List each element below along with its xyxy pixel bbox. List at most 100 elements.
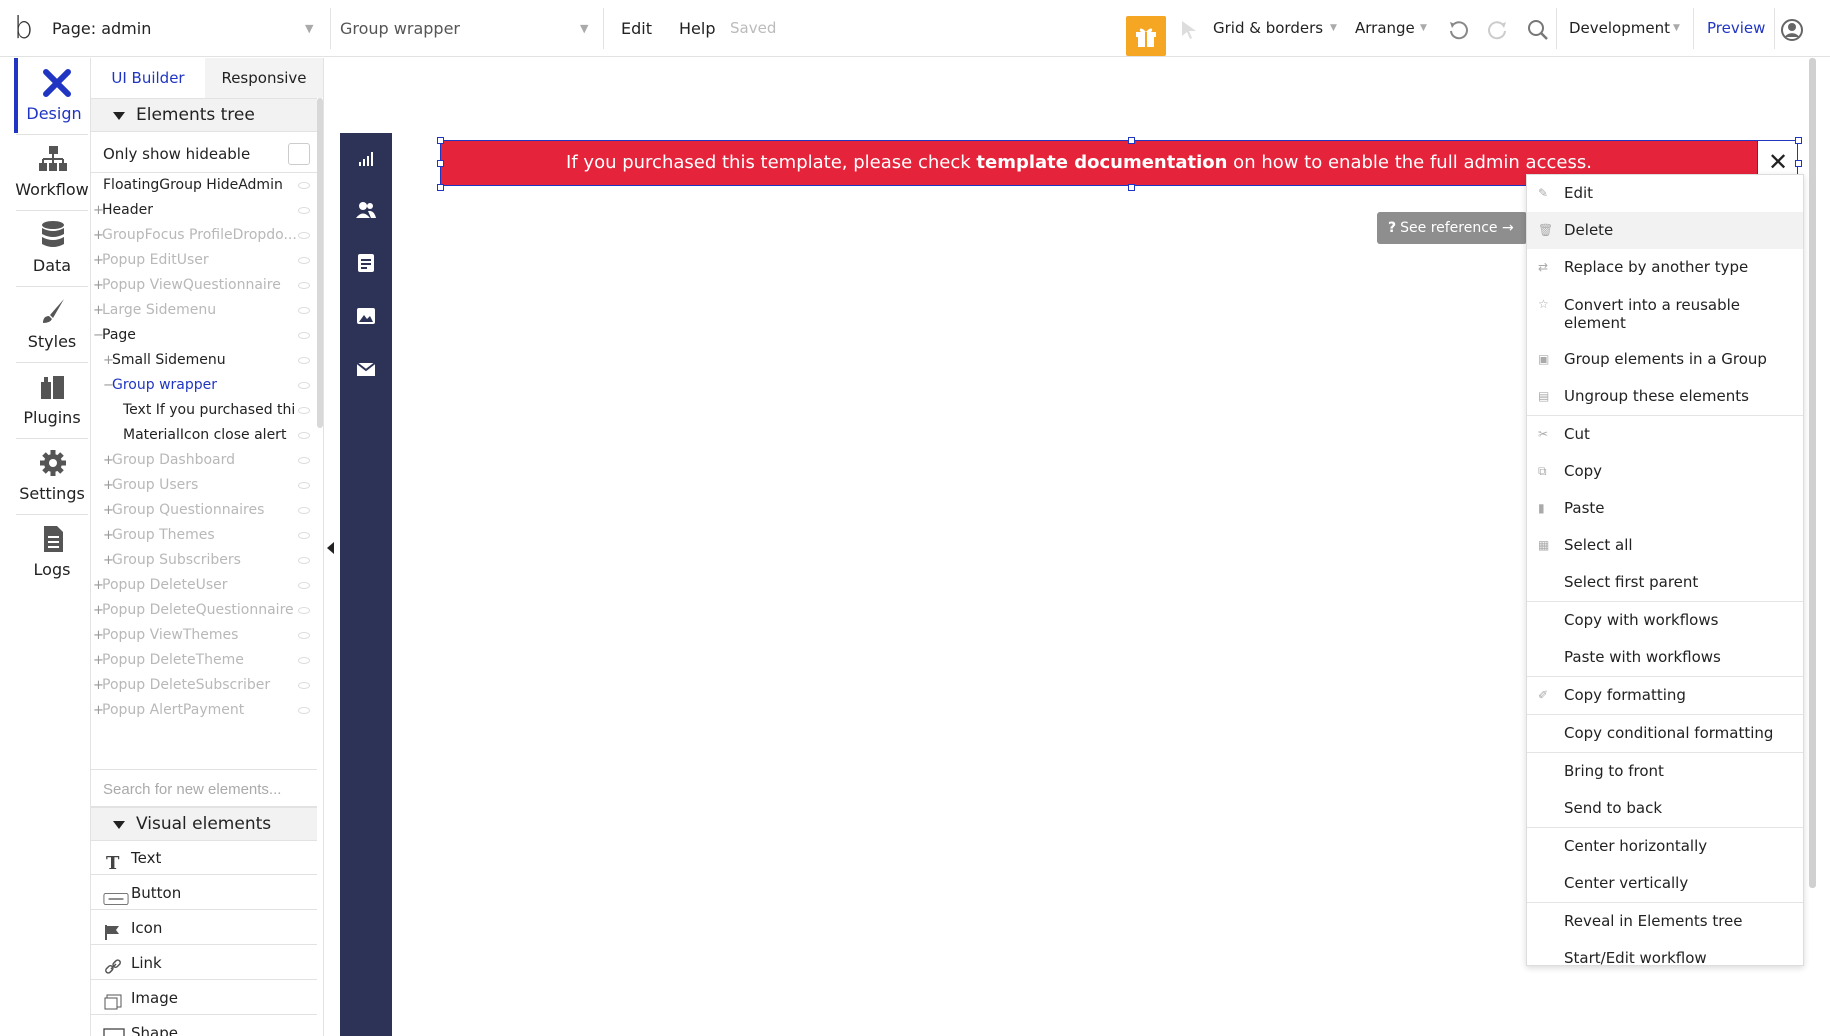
menu-item-copy-formatting[interactable]: ✐ Copy formatting: [1527, 677, 1803, 714]
menu-item-cut[interactable]: ✂ Cut: [1527, 416, 1803, 453]
eye-icon[interactable]: [298, 332, 310, 339]
eye-icon[interactable]: [298, 707, 310, 714]
element-selector-chevron-icon[interactable]: ▼: [580, 0, 588, 57]
tree-item[interactable]: + Popup DeleteTheme: [91, 648, 317, 673]
tree-item[interactable]: + Group Users: [91, 473, 317, 498]
eye-icon[interactable]: [298, 557, 310, 564]
eye-icon[interactable]: [298, 607, 310, 614]
resize-handle[interactable]: [1795, 137, 1802, 144]
eye-icon[interactable]: [298, 582, 310, 589]
redo-icon[interactable]: [1486, 18, 1510, 42]
menu-item-copy-with-workflows[interactable]: Copy with workflows: [1527, 602, 1803, 639]
grid-chevron-icon[interactable]: ▼: [1330, 0, 1337, 57]
eye-icon[interactable]: [298, 682, 310, 689]
tree-item[interactable]: + GroupFocus ProfileDropdo...: [91, 223, 317, 248]
nav-data[interactable]: Data: [14, 210, 90, 285]
tree-item[interactable]: + Popup DeleteSubscriber: [91, 673, 317, 698]
menu-item-group-elements[interactable]: ▣ Group elements in a Group: [1527, 341, 1803, 378]
tab-ui-builder[interactable]: UI Builder: [91, 58, 205, 98]
menu-item-copy[interactable]: ⧉ Copy: [1527, 453, 1803, 490]
tree-item[interactable]: + Group Themes: [91, 523, 317, 548]
eye-icon[interactable]: [298, 532, 310, 539]
menu-item-delete[interactable]: 🗑 Delete: [1527, 212, 1803, 249]
tree-item[interactable]: + Popup ViewThemes: [91, 623, 317, 648]
undo-icon[interactable]: [1446, 18, 1470, 42]
visual-element-button[interactable]: Button: [91, 876, 317, 910]
menu-item-ungroup[interactable]: ▤ Ungroup these elements: [1527, 378, 1803, 415]
nav-styles[interactable]: Styles: [14, 286, 90, 361]
tree-item[interactable]: + Popup AlertPayment: [91, 698, 317, 723]
visual-element-icon[interactable]: Icon: [91, 911, 317, 945]
see-reference-button[interactable]: ? See reference →: [1377, 212, 1527, 244]
menu-item-edit[interactable]: ✎ Edit: [1527, 175, 1803, 212]
tree-item[interactable]: MaterialIcon close alert: [91, 423, 317, 448]
resize-handle[interactable]: [1128, 184, 1135, 191]
tree-item[interactable]: + Popup DeleteUser: [91, 573, 317, 598]
eye-icon[interactable]: [298, 257, 310, 264]
menu-item-start-edit-workflow[interactable]: Start/Edit workflow: [1527, 940, 1803, 977]
eye-icon[interactable]: [298, 282, 310, 289]
page-sidemenu[interactable]: [340, 133, 392, 1036]
nav-plugins[interactable]: Plugins: [14, 362, 90, 437]
nav-design[interactable]: Design: [14, 58, 90, 133]
nav-workflow[interactable]: Workflow: [14, 134, 90, 209]
tree-item[interactable]: − Page: [91, 323, 317, 348]
eye-icon[interactable]: [298, 407, 310, 414]
eye-icon[interactable]: [298, 432, 310, 439]
eye-icon[interactable]: [298, 382, 310, 389]
eye-icon[interactable]: [298, 307, 310, 314]
edit-menu[interactable]: Edit: [621, 0, 652, 57]
arrange-menu[interactable]: Arrange: [1355, 0, 1415, 57]
eye-icon[interactable]: [298, 482, 310, 489]
menu-item-bring-to-front[interactable]: Bring to front: [1527, 753, 1803, 790]
user-avatar-icon[interactable]: [1780, 18, 1804, 42]
arrange-chevron-icon[interactable]: ▼: [1420, 0, 1427, 57]
eye-icon[interactable]: [298, 357, 310, 364]
gift-button[interactable]: [1126, 16, 1166, 56]
visual-elements-header[interactable]: Visual elements: [91, 807, 317, 841]
search-elements-input[interactable]: [103, 778, 308, 800]
resize-handle[interactable]: [437, 160, 444, 167]
tree-item[interactable]: + Group Dashboard: [91, 448, 317, 473]
tree-item[interactable]: + Group Questionnaires: [91, 498, 317, 523]
only-show-hideable-checkbox[interactable]: [288, 143, 310, 165]
menu-item-center-vertically[interactable]: Center vertically: [1527, 865, 1803, 902]
tree-item[interactable]: + Popup ViewQuestionnaire: [91, 273, 317, 298]
tree-item[interactable]: + Popup DeleteQuestionnaire: [91, 598, 317, 623]
elements-tree-header[interactable]: Elements tree: [91, 98, 317, 132]
visual-element-image[interactable]: Image: [91, 981, 317, 1015]
menu-item-convert-reusable[interactable]: ☆ Convert into a reusable element: [1527, 286, 1803, 341]
tree-item[interactable]: + Large Sidemenu: [91, 298, 317, 323]
tree-item[interactable]: − Group wrapper: [91, 373, 317, 398]
resize-handle[interactable]: [437, 184, 444, 191]
bubble-logo[interactable]: b: [14, 14, 42, 44]
element-selector[interactable]: Group wrapper: [340, 0, 460, 57]
eye-icon[interactable]: [298, 632, 310, 639]
resize-handle[interactable]: [437, 137, 444, 144]
eye-icon[interactable]: [298, 657, 310, 664]
eye-icon[interactable]: [298, 182, 310, 189]
page-selector-chevron-icon[interactable]: ▼: [305, 0, 313, 57]
resize-handle[interactable]: [1795, 160, 1802, 167]
panel-scrollbar[interactable]: [317, 98, 323, 428]
menu-item-select-all[interactable]: ▦ Select all: [1527, 527, 1803, 564]
grid-borders-menu[interactable]: Grid & borders: [1213, 0, 1323, 57]
canvas-scrollbar[interactable]: [1809, 58, 1816, 888]
tree-item[interactable]: + Group Subscribers: [91, 548, 317, 573]
tree-item[interactable]: FloatingGroup HideAdmin: [91, 173, 317, 198]
tree-item[interactable]: + Header: [91, 198, 317, 223]
visual-element-shape[interactable]: Shape: [91, 1016, 317, 1036]
menu-item-paste[interactable]: ▮ Paste: [1527, 490, 1803, 527]
tab-responsive[interactable]: Responsive: [205, 58, 323, 98]
nav-logs[interactable]: Logs: [14, 514, 90, 589]
menu-item-send-to-back[interactable]: Send to back: [1527, 790, 1803, 827]
environment-selector[interactable]: Development: [1569, 0, 1670, 57]
eye-icon[interactable]: [298, 457, 310, 464]
menu-item-reveal-in-tree[interactable]: Reveal in Elements tree: [1527, 903, 1803, 940]
menu-item-select-first-parent[interactable]: Select first parent: [1527, 564, 1803, 601]
nav-settings[interactable]: Settings: [14, 438, 90, 513]
collapse-panel-arrow-icon[interactable]: [327, 542, 334, 554]
cursor-icon[interactable]: [1177, 18, 1201, 42]
eye-icon[interactable]: [298, 232, 310, 239]
visual-element-text[interactable]: T Text: [91, 841, 317, 875]
